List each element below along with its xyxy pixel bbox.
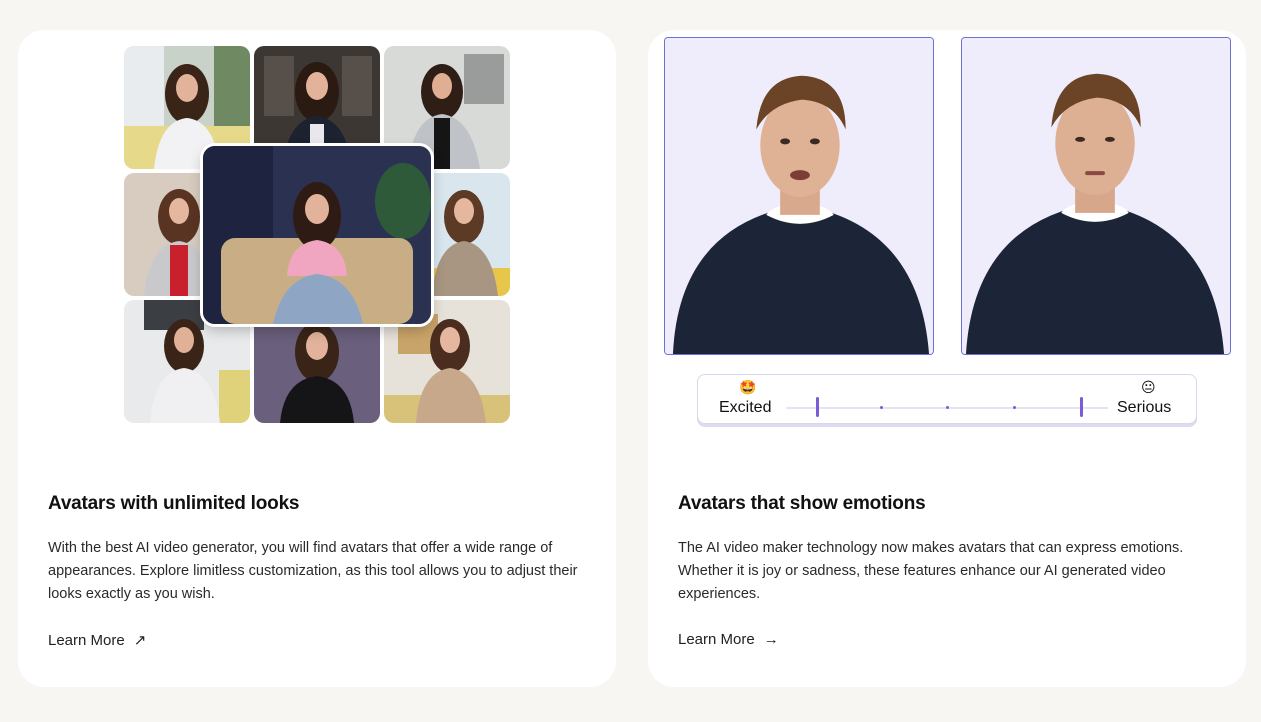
avatars-emotions-card: 🤩 Excited 😐 Serious Avatars that show em…	[648, 30, 1246, 687]
card-description: With the best AI video generator, you wi…	[48, 540, 578, 602]
slider-handle-left[interactable]	[816, 397, 819, 417]
card-title: Avatars that show emotions	[678, 493, 926, 514]
avatar-looks-collage	[124, 46, 510, 424]
learn-more-label: Learn More	[48, 631, 125, 649]
slider-handle-right[interactable]	[1080, 397, 1083, 417]
learn-more-link[interactable]: Learn More →	[678, 631, 779, 648]
excited-avatar-preview[interactable]	[664, 37, 934, 355]
featured-avatar-video[interactable]	[203, 146, 431, 324]
learn-more-link[interactable]: Learn More ↗	[48, 631, 147, 650]
excited-emoji-icon: 🤩	[739, 379, 757, 395]
serious-emoji-icon: 😐	[1141, 379, 1156, 395]
serious-avatar-preview[interactable]	[961, 37, 1231, 355]
arrow-up-right-icon: ↗	[133, 632, 147, 649]
serious-label: Serious	[1117, 399, 1172, 416]
learn-more-label: Learn More	[678, 631, 755, 648]
slider-tick	[1013, 406, 1016, 409]
slider-tick	[880, 406, 883, 409]
card-title: Avatars with unlimited looks	[48, 493, 300, 514]
excited-label: Excited	[719, 399, 772, 416]
slider-tick	[946, 406, 949, 409]
card-description: The AI video maker technology now makes …	[678, 540, 1184, 602]
avatars-looks-card: Avatars with unlimited looks With the be…	[18, 30, 616, 687]
emotion-slider[interactable]: 🤩 Excited 😐 Serious	[697, 374, 1197, 424]
arrow-right-icon: →	[763, 631, 779, 648]
